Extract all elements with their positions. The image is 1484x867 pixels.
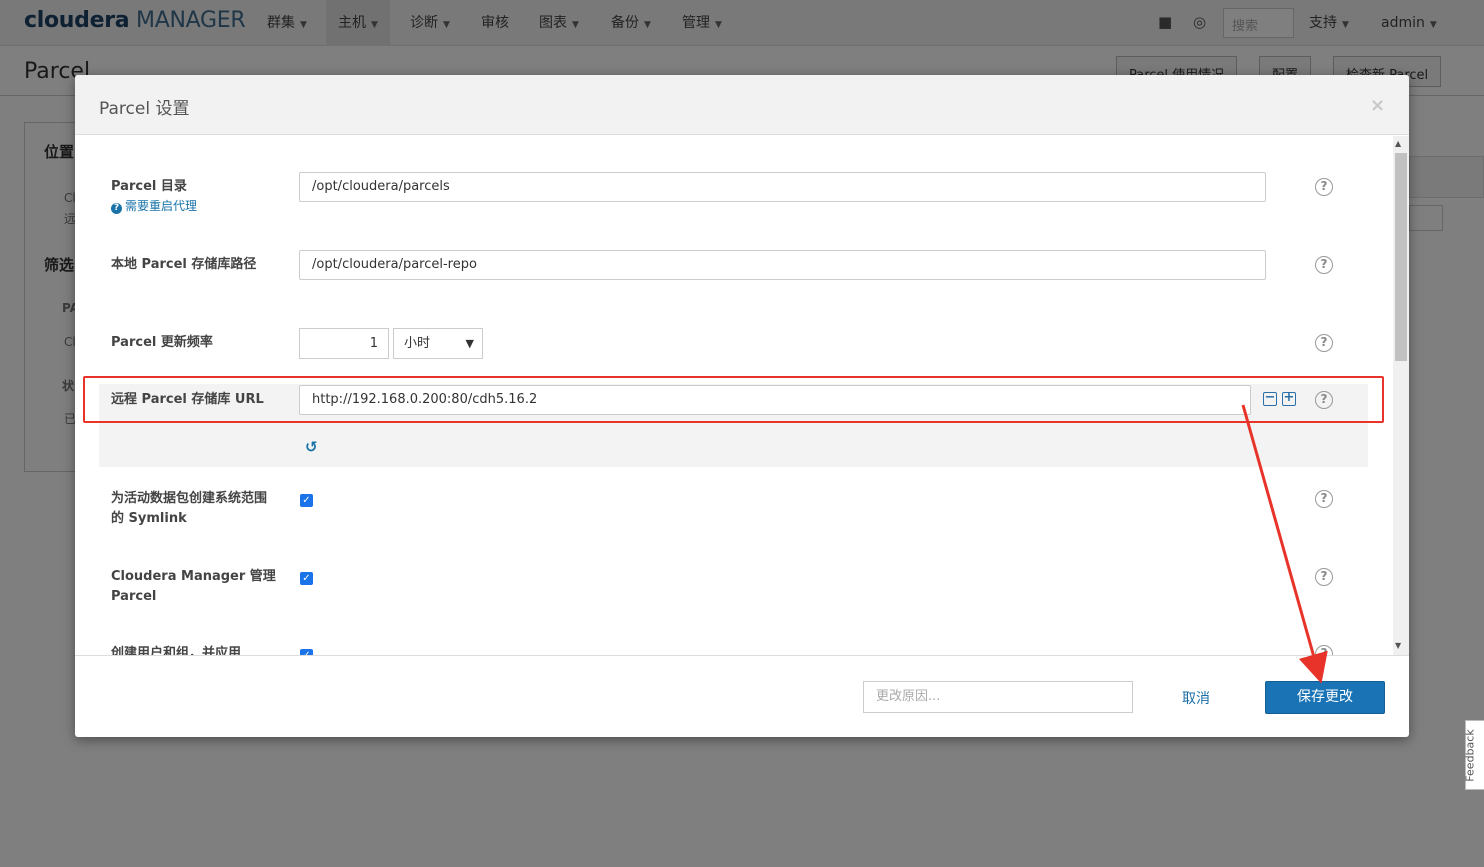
feedback-label: Feedback: [1463, 729, 1477, 782]
change-reason-input[interactable]: 更改原因...: [863, 681, 1133, 713]
clipped-row: 创建用户和组，并应用 ✓ ?: [75, 635, 1393, 655]
parcel-dir-label: Parcel 目录: [111, 179, 187, 194]
help-icon[interactable]: ?: [1315, 490, 1333, 508]
scroll-up-icon[interactable]: ▲: [1395, 139, 1401, 148]
save-changes-button[interactable]: 保存更改: [1265, 681, 1385, 714]
feedback-tab[interactable]: Feedback: [1463, 720, 1484, 790]
parcel-dir-input[interactable]: /opt/cloudera/parcels: [299, 172, 1266, 202]
cancel-button[interactable]: 取消: [1182, 688, 1210, 708]
local-repo-label: 本地 Parcel 存储库路径: [111, 257, 257, 272]
symlink-label: 为活动数据包创建系统范围 的 Symlink: [111, 491, 268, 526]
modal-title: Parcel 设置: [99, 99, 190, 119]
restart-agent-note[interactable]: ? 需要重启代理: [111, 197, 197, 214]
update-freq-input[interactable]: 1: [299, 328, 389, 359]
update-freq-label: Parcel 更新频率: [111, 335, 213, 350]
revert-icon[interactable]: ↺: [305, 438, 318, 456]
local-repo-input[interactable]: /opt/cloudera/parcel-repo: [299, 250, 1266, 280]
update-freq-unit-select[interactable]: 小时 ▼: [393, 328, 483, 359]
help-icon[interactable]: ?: [1315, 178, 1333, 196]
help-icon[interactable]: ?: [1315, 256, 1333, 274]
scroll-thumb[interactable]: [1395, 153, 1407, 361]
unit-value: 小时: [404, 336, 431, 351]
annotation-highlight-box: [83, 376, 1384, 423]
help-icon[interactable]: ?: [1315, 334, 1333, 352]
create-users-label: 创建用户和组，并应用: [111, 646, 242, 655]
symlink-checkbox[interactable]: ✓: [300, 494, 313, 507]
question-icon: ?: [111, 203, 122, 214]
modal-footer: 更改原因... 取消 保存更改: [75, 655, 1409, 737]
cm-manage-label: Cloudera Manager 管理 Parcel: [111, 569, 276, 604]
cm-manage-checkbox[interactable]: ✓: [300, 572, 313, 585]
chevron-down-icon: ▼: [465, 337, 474, 350]
scroll-down-icon[interactable]: ▼: [1395, 641, 1401, 650]
modal-header: Parcel 设置 ×: [75, 75, 1409, 135]
close-icon[interactable]: ×: [1370, 95, 1385, 116]
help-icon[interactable]: ?: [1315, 568, 1333, 586]
parcel-settings-modal: Parcel 设置 × Parcel 目录 ? 需要重启代理 /opt/cloud…: [75, 75, 1409, 737]
help-icon[interactable]: ?: [1315, 645, 1333, 655]
